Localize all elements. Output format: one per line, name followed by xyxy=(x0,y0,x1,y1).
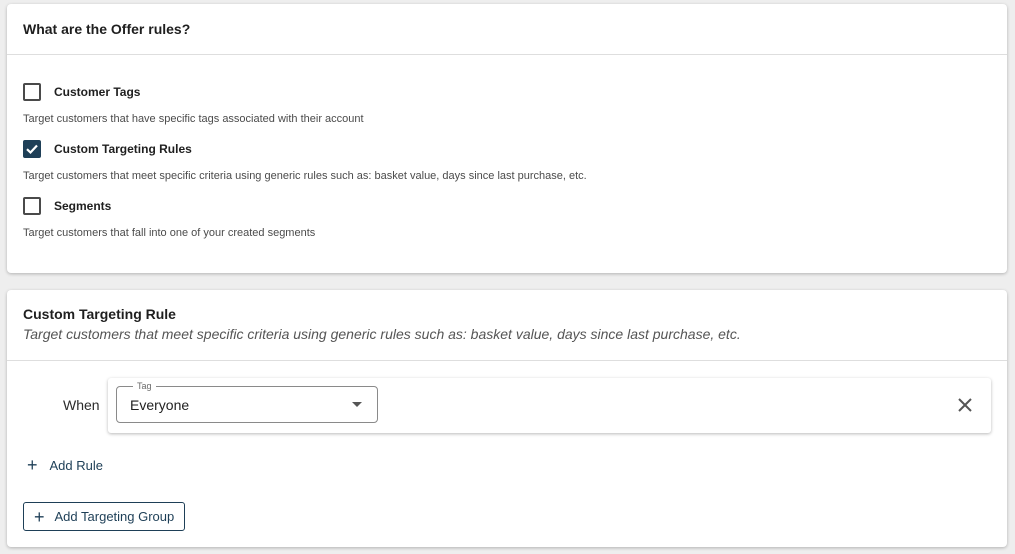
option-custom-targeting-rules: Custom Targeting Rules Target customers … xyxy=(23,140,587,182)
offer-rules-card: What are the Offer rules? Customer Tags … xyxy=(7,4,1007,273)
segments-label[interactable]: Segments xyxy=(54,199,111,213)
custom-rule-header: Custom Targeting Rule Target customers t… xyxy=(7,290,1007,361)
custom-targeting-rules-description: Target customers that meet specific crit… xyxy=(23,170,587,182)
caret-down-icon xyxy=(352,402,362,407)
tag-select-value: Everyone xyxy=(130,396,190,413)
check-icon xyxy=(26,144,38,155)
custom-targeting-rules-checkbox[interactable] xyxy=(23,140,41,158)
when-label: When xyxy=(63,397,100,413)
offer-rules-title: What are the Offer rules? xyxy=(23,21,191,37)
custom-rule-title: Custom Targeting Rule xyxy=(23,306,176,322)
rule-group: Tag Everyone xyxy=(108,378,991,433)
remove-rule-button[interactable] xyxy=(955,395,975,415)
segments-checkbox[interactable] xyxy=(23,197,41,215)
tag-select-legend: Tag xyxy=(133,380,156,392)
add-targeting-group-label: Add Targeting Group xyxy=(54,509,175,524)
custom-rule-subtitle: Target customers that meet specific crit… xyxy=(23,326,741,342)
customer-tags-label[interactable]: Customer Tags xyxy=(54,85,140,99)
tag-select[interactable]: Tag Everyone xyxy=(116,380,378,423)
customer-tags-checkbox[interactable] xyxy=(23,83,41,101)
close-icon xyxy=(958,398,972,412)
customer-tags-description: Target customers that have specific tags… xyxy=(23,113,364,125)
custom-targeting-rule-card: Custom Targeting Rule Target customers t… xyxy=(7,290,1007,547)
plus-icon: + xyxy=(34,506,45,527)
add-targeting-group-button[interactable]: + Add Targeting Group xyxy=(23,502,186,531)
add-rule-label: Add Rule xyxy=(49,457,103,473)
segments-description: Target customers that fall into one of y… xyxy=(23,227,316,239)
option-customer-tags: Customer Tags Target customers that have… xyxy=(23,83,364,125)
offer-rules-header: What are the Offer rules? xyxy=(7,4,1007,55)
custom-targeting-rules-label[interactable]: Custom Targeting Rules xyxy=(54,142,192,156)
plus-icon: + xyxy=(27,455,38,475)
add-rule-button[interactable]: + Add Rule xyxy=(27,456,103,474)
option-segments: Segments Target customers that fall into… xyxy=(23,197,315,239)
